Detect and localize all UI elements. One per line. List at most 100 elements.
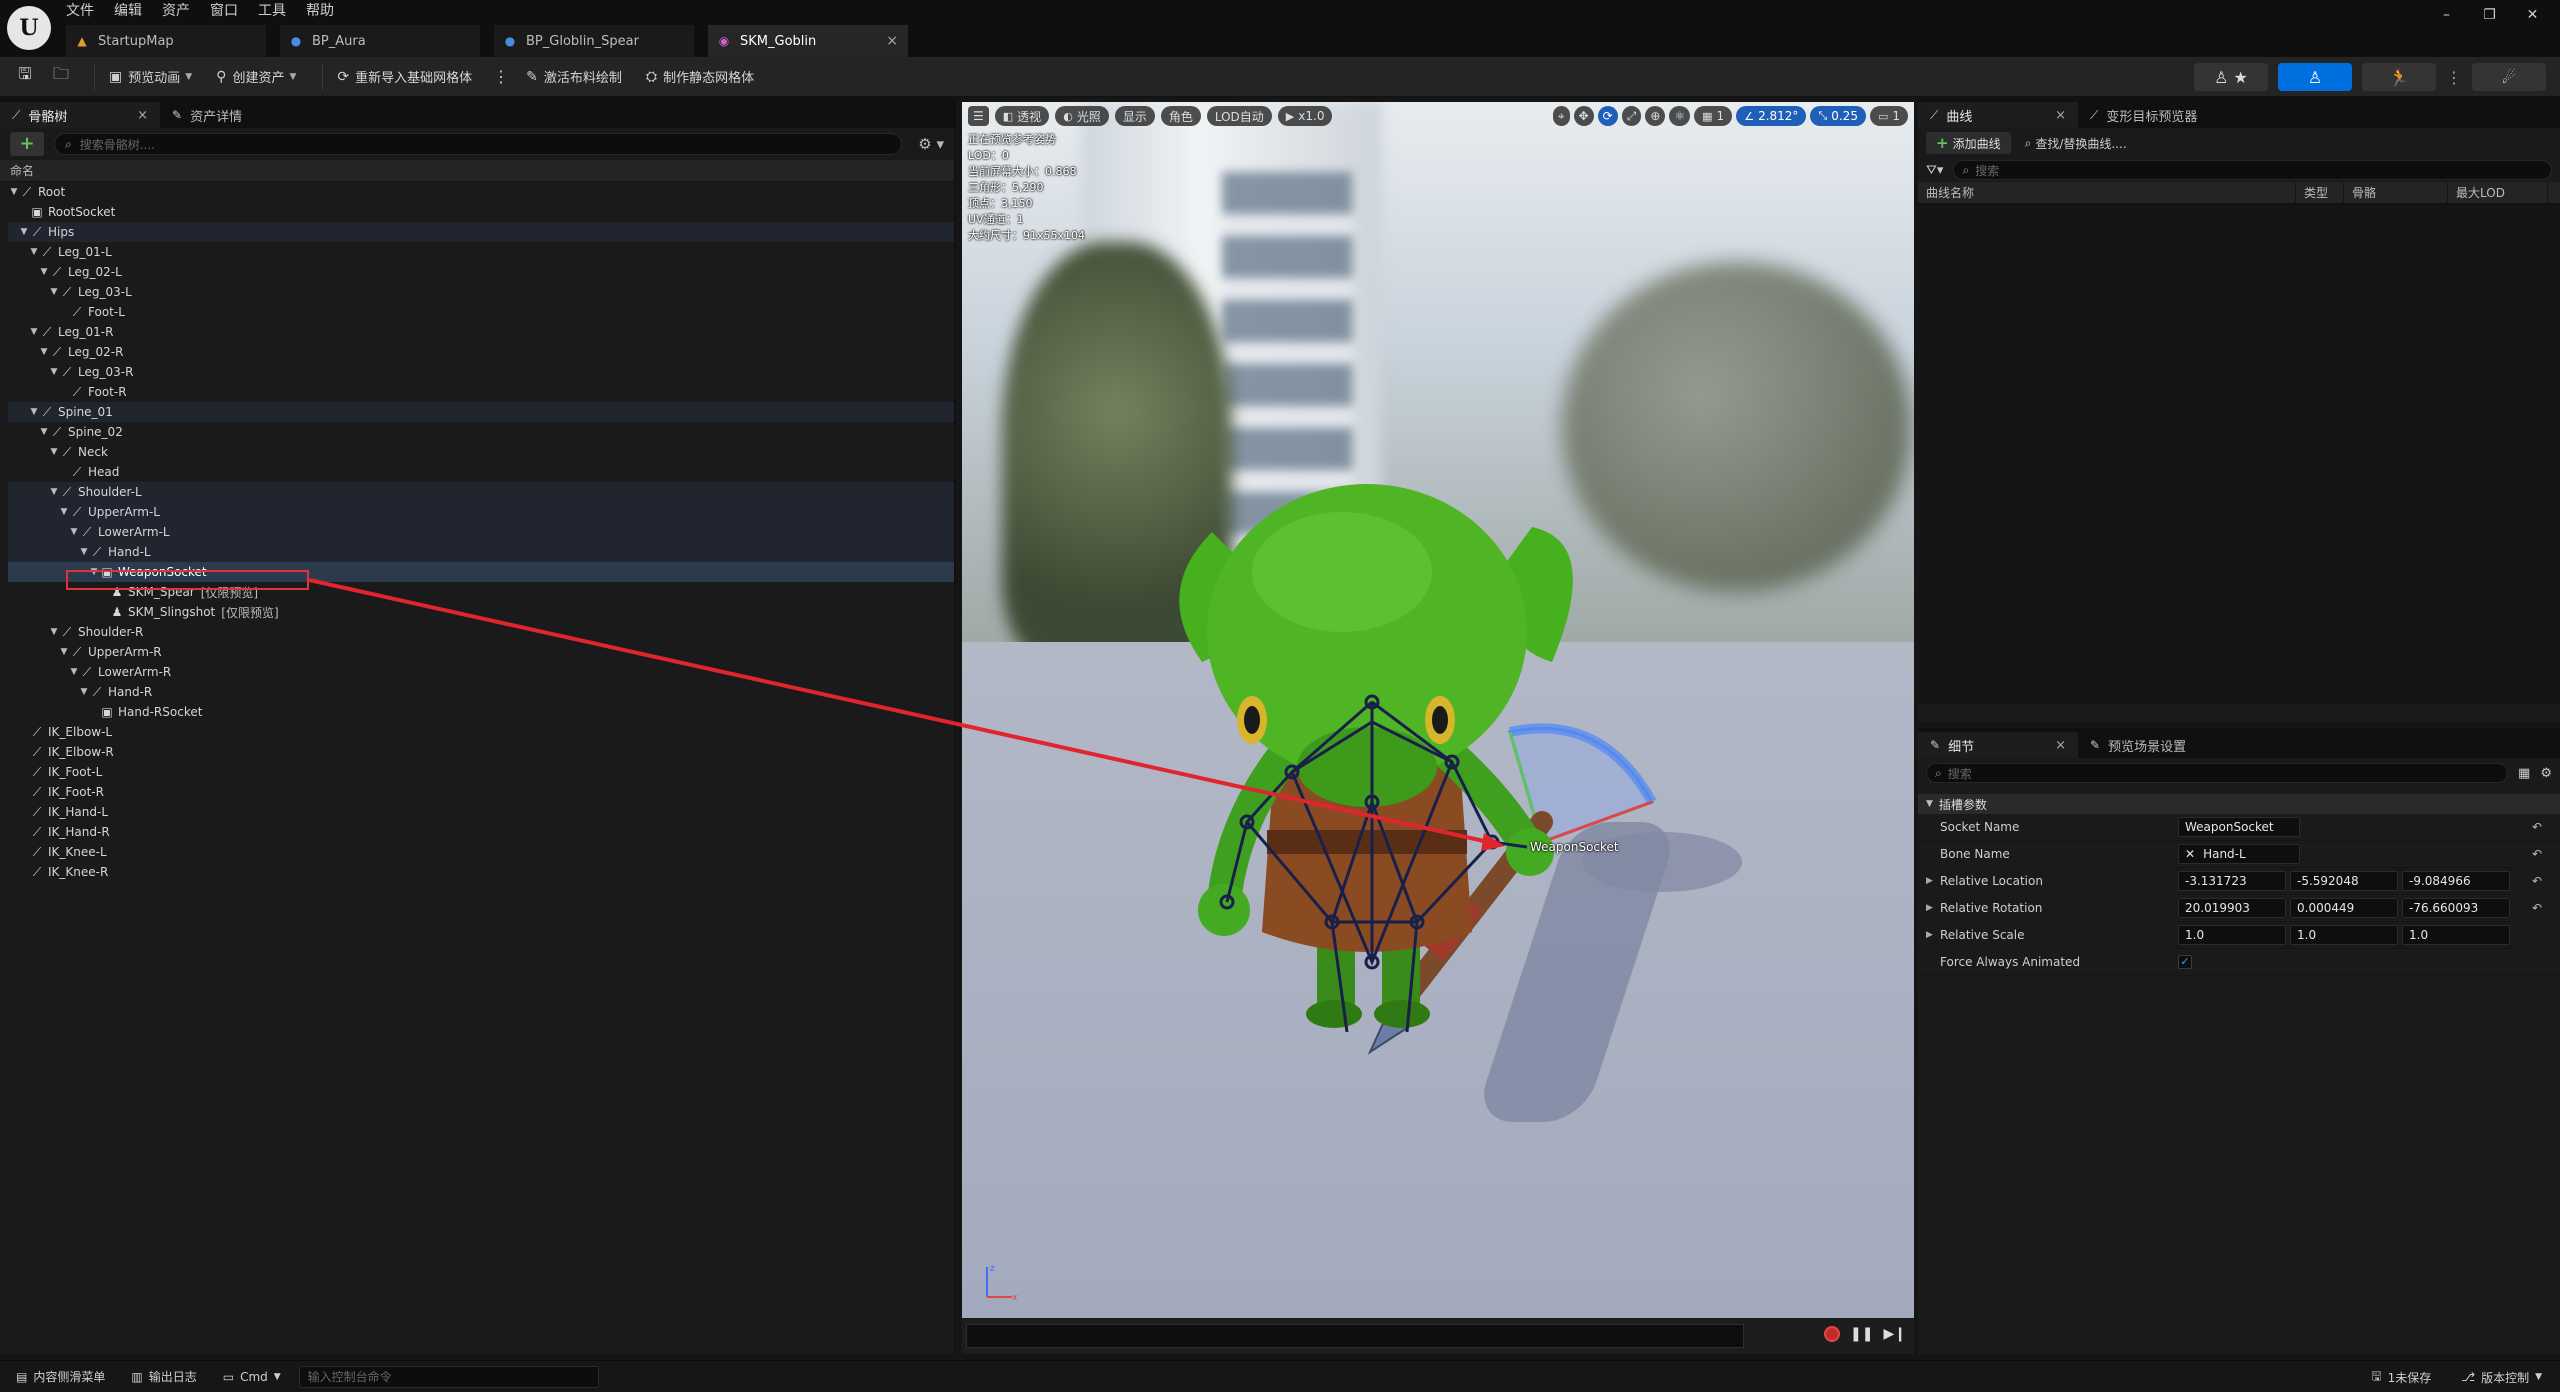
angle-snap-button[interactable]: ∠ 2.812° [1736,106,1807,126]
make-static-mesh-button[interactable]: ⛭ 制作静态网格体 [640,63,760,91]
cmd-dropdown[interactable]: ▭ Cmd ▼ [215,1365,289,1389]
close-window-icon[interactable]: ✕ [2511,0,2554,30]
expand-arrow-icon[interactable]: ▼ [48,447,60,457]
more-options-icon[interactable]: ⋮ [490,66,512,88]
mesh-mode-button[interactable]: ♙ [2278,63,2352,91]
browse-asset-icon[interactable]: 🗀 [50,64,72,88]
step-forward-icon[interactable]: ▶❙ [1884,1326,1907,1342]
surface-snap-icon[interactable]: ⚛ [1669,106,1691,126]
reset-icon[interactable]: ↶ [2532,820,2542,834]
add-bone-button[interactable]: + [10,132,44,156]
skeleton-search-input[interactable]: ⌕ 搜索骨骼树.... [54,133,903,155]
content-drawer-button[interactable]: ▤ 内容侧滑菜单 [8,1365,113,1389]
minimize-icon[interactable]: – [2425,0,2468,30]
tree-row-ik-hand-r[interactable]: ⟋ IK_Hand-R [8,822,954,842]
expand-arrow-icon[interactable]: ▼ [38,267,50,277]
tab-bp-aura[interactable]: ● BP_Aura [280,25,480,57]
gear-icon[interactable]: ⚙ ▾ [918,135,944,153]
tree-row-foot-l[interactable]: ⟋ Foot-L [8,302,954,322]
source-control-button[interactable]: ⎇ 版本控制 ▼ [2453,1365,2550,1389]
tree-row-upperarm-r[interactable]: ▼ ⟋ UpperArm-R [8,642,954,662]
details-search-input[interactable]: ⌕ 搜索 [1926,763,2509,783]
viewport-menu-button[interactable]: ☰ [968,106,989,126]
scale-y-field[interactable]: 1.0 [2290,925,2398,945]
menu-window[interactable]: 窗口 [210,0,238,22]
grid-snap-button[interactable]: ▦ 1 [1694,106,1733,126]
tree-row-ik-knee-l[interactable]: ⟋ IK_Knee-L [8,842,954,862]
tree-row-neck[interactable]: ▼ ⟋ Neck [8,442,954,462]
expand-arrow-icon[interactable]: ▼ [48,487,60,497]
tree-row-leg-01-r[interactable]: ▼ ⟋ Leg_01-R [8,322,954,342]
expand-arrow-icon[interactable]: ▼ [68,527,80,537]
select-mode-icon[interactable]: ⌖ [1552,106,1570,126]
expand-arrow-icon[interactable]: ▼ [28,407,40,417]
gear-icon[interactable]: ⚙ [2540,766,2552,781]
expand-arrow-icon[interactable]: ▼ [28,327,40,337]
rotation-z-field[interactable]: -76.660093 [2402,898,2510,918]
scale-icon[interactable]: ⤢ [1621,106,1642,126]
menu-tools[interactable]: 工具 [258,0,286,22]
tree-row-hand-r[interactable]: ▼ ⟋ Hand-R [8,682,954,702]
tree-row-ik-elbow-r[interactable]: ⟋ IK_Elbow-R [8,742,954,762]
lod-button[interactable]: LOD自动 [1206,106,1272,126]
scale-z-field[interactable]: 1.0 [2402,925,2510,945]
tree-row-shoulder-r[interactable]: ▼ ⟋ Shoulder-R [8,622,954,642]
tab-bp-globlin-spear[interactable]: ● BP_Globlin_Spear [494,25,694,57]
expand-arrow-icon[interactable]: ▼ [68,667,80,677]
preview-animation-button[interactable]: ▣ 预览动画 ▼ [103,63,198,91]
expand-arrow-icon[interactable]: ▼ [78,687,90,697]
animation-mode-button[interactable]: 🏃 [2362,63,2436,91]
world-local-icon[interactable]: ⊕ [1645,106,1666,126]
expand-arrow-icon[interactable]: ▼ [28,247,40,257]
tree-row-ik-knee-r[interactable]: ⟋ IK_Knee-R [8,862,954,882]
perspective-button[interactable]: ◧ 透视 [994,106,1050,126]
tab-asset-details[interactable]: ✎ 资产详情 [160,102,254,128]
scale-x-field[interactable]: 1.0 [2178,925,2286,945]
tree-row-lowerarm-r[interactable]: ▼ ⟋ LowerArm-R [8,662,954,682]
tab-morph-target-preview[interactable]: ⟋ 变形目标预览器 [2078,102,2209,128]
expand-arrow-icon[interactable]: ▼ [58,507,70,517]
filter-icon[interactable]: ⛛▾ [1926,163,1943,178]
expand-arrow-icon[interactable]: ▼ [38,427,50,437]
tree-row-ik-foot-l[interactable]: ⟋ IK_Foot-L [8,762,954,782]
expand-arrow-icon[interactable]: ▼ [58,647,70,657]
reset-icon[interactable]: ↶ [2532,901,2542,915]
character-button[interactable]: 角色 [1160,106,1201,126]
translate-icon[interactable]: ✥ [1573,106,1594,126]
column-max-lod[interactable]: 最大LOD [2448,181,2548,204]
tree-row-spine-01[interactable]: ▼ ⟋ Spine_01 [8,402,954,422]
console-input[interactable]: 输入控制台命令 [298,1365,599,1388]
output-log-button[interactable]: ▥ 输出日志 [123,1365,204,1389]
location-x-field[interactable]: -3.131723 [2178,871,2286,891]
tab-skeleton-tree[interactable]: ⟋ 骨骼树 × [0,102,160,128]
tree-row-leg-02-r[interactable]: ▼ ⟋ Leg_02-R [8,342,954,362]
reset-icon[interactable]: ↶ [2532,847,2542,861]
tree-row-head[interactable]: ⟋ Head [8,462,954,482]
tree-row-skm-slingshot[interactable]: ♟ SKM_Slingshot [仅限预览] [8,602,954,622]
camera-speed-button[interactable]: ▭ 1 [1869,106,1908,126]
category-socket-params[interactable]: ▼ 插槽参数 [1918,794,2560,814]
rotate-icon[interactable]: ⟳ [1597,106,1618,126]
unreal-logo-icon[interactable]: U [7,6,51,50]
tab-skm-goblin[interactable]: ◉ SKM_Goblin × [708,25,908,57]
pause-icon[interactable]: ❚❚ [1850,1326,1873,1342]
scale-snap-button[interactable]: ⤡ 0.25 [1810,106,1866,126]
tree-row-hand-rsocket[interactable]: ▣ Hand-RSocket [8,702,954,722]
lit-button[interactable]: ◐ 光照 [1055,106,1109,126]
location-y-field[interactable]: -5.592048 [2290,871,2398,891]
force-animated-checkbox[interactable]: ✓ [2178,955,2192,969]
expand-arrow-icon[interactable]: ▼ [48,287,60,297]
show-button[interactable]: 显示 [1114,106,1155,126]
rotation-x-field[interactable]: 20.019903 [2178,898,2286,918]
prop-label[interactable]: ▶ Relative Scale [1918,928,2170,942]
activate-cloth-paint-button[interactable]: ✎ 激活布料绘制 [520,63,628,91]
tree-row-ik-hand-l[interactable]: ⟋ IK_Hand-L [8,802,954,822]
close-icon[interactable]: × [886,33,898,49]
physics-mode-button[interactable]: ☄ [2472,63,2546,91]
prop-label[interactable]: ▶ Relative Rotation [1918,901,2170,915]
tree-row-ik-elbow-l[interactable]: ⟋ IK_Elbow-L [8,722,954,742]
menu-asset[interactable]: 资产 [162,0,190,22]
reimport-base-mesh-button[interactable]: ⟳ 重新导入基础网格体 [331,63,478,91]
more-options-icon[interactable]: ⋮ [2446,68,2462,87]
restore-icon[interactable]: ❐ [2468,0,2511,30]
